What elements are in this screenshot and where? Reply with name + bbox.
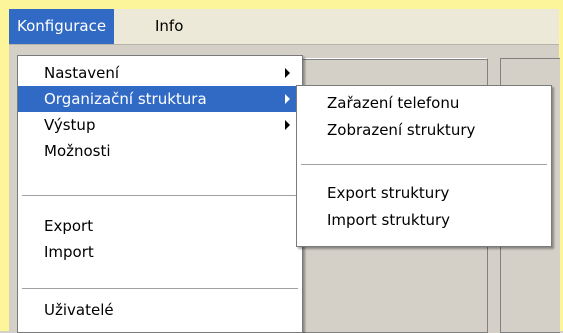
submenu-item-label: Export struktury: [327, 184, 450, 202]
submenu-arrow-icon: [285, 94, 290, 104]
menu-info[interactable]: Info: [147, 9, 191, 44]
menu-item-organizacni-struktura[interactable]: Organizační struktura: [18, 86, 302, 112]
submenu-arrow-icon: [285, 68, 290, 78]
submenu-item-zarazeni-telefonu[interactable]: Zařazení telefonu: [297, 90, 551, 116]
menu-item-label: Import: [44, 243, 94, 261]
menu-separator: [22, 288, 298, 289]
menu-item-export[interactable]: Export: [18, 213, 302, 239]
menu-item-uzivatele[interactable]: Uživatelé: [18, 297, 302, 323]
submenu-item-label: Zařazení telefonu: [327, 94, 460, 112]
menu-item-import[interactable]: Import: [18, 239, 302, 265]
submenu-item-label: Zobrazení struktury: [327, 121, 476, 139]
submenu-separator: [301, 164, 547, 165]
submenu-item-export-struktury[interactable]: Export struktury: [297, 180, 551, 206]
submenu-item-import-struktury[interactable]: Import struktury: [297, 207, 551, 233]
menu-item-label: Výstup: [44, 116, 96, 134]
menu-konfigurace[interactable]: Konfigurace: [9, 9, 115, 44]
submenu-arrow-icon: [285, 120, 290, 130]
menu-item-nastaveni[interactable]: Nastavení: [18, 60, 302, 86]
menu-bar: Konfigurace Info: [9, 9, 559, 45]
menu-item-moznosti[interactable]: Možnosti: [18, 138, 302, 164]
yellow-frame-top: [0, 0, 563, 9]
menu-item-label: Uživatelé: [44, 301, 114, 319]
menu-item-vystup[interactable]: Výstup: [18, 112, 302, 138]
menu-item-label: Možnosti: [44, 142, 111, 160]
yellow-frame-left: [0, 0, 9, 331]
submenu-item-label: Import struktury: [327, 211, 451, 229]
organizacni-struktura-submenu: Zařazení telefonu Zobrazení struktury Ex…: [296, 85, 552, 247]
menu-item-label: Export: [44, 217, 94, 235]
menu-separator: [22, 195, 298, 196]
konfigurace-dropdown: Nastavení Organizační struktura Výstup M…: [17, 55, 303, 333]
menu-item-label: Organizační struktura: [44, 90, 207, 108]
submenu-item-zobrazeni-struktury[interactable]: Zobrazení struktury: [297, 117, 551, 143]
menu-item-label: Nastavení: [44, 64, 120, 82]
